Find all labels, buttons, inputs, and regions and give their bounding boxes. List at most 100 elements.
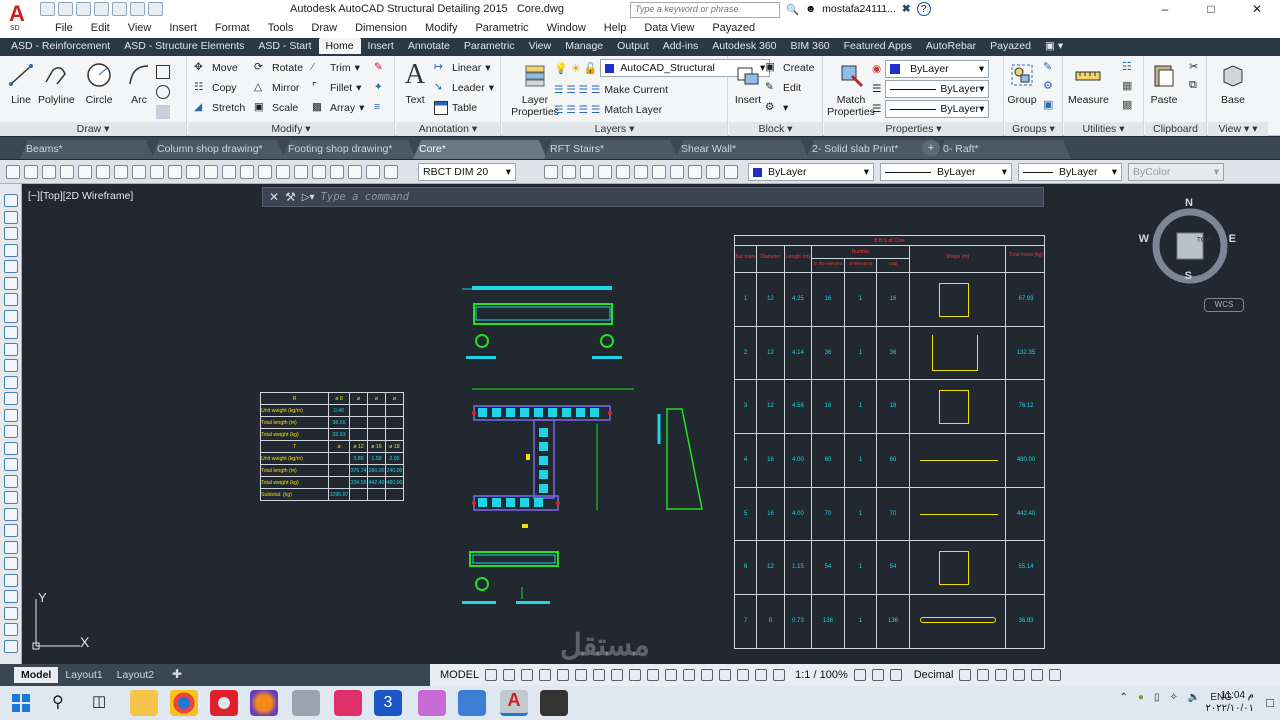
start-icon[interactable] [12,694,30,712]
3d-osnap-icon[interactable] [683,669,696,681]
app-icon-1[interactable] [334,690,362,716]
side-tool-icon[interactable] [4,326,18,339]
utilities-panel-title[interactable]: Utilities ▾ [1064,122,1143,136]
erase-icon[interactable]: ✎ [374,58,388,78]
toolbar-tool-icon[interactable] [670,165,684,179]
text-button[interactable]: A Text [400,59,430,106]
clock[interactable]: 11:04 م ٢٠٢٢/١٠/٠١ [1205,689,1254,715]
toolbar-tool-icon[interactable] [258,165,272,179]
menu-edit[interactable]: Edit [82,20,119,36]
infer-icon[interactable] [521,669,534,681]
toolbar-tool-icon[interactable] [78,165,92,179]
toolbar-tool-icon[interactable] [276,165,290,179]
quick-properties-icon[interactable] [959,669,972,681]
create-block-button[interactable]: ▣ Create [765,58,815,78]
ribbon-tab-payazed[interactable]: Payazed [983,38,1038,54]
menu-dimension[interactable]: Dimension [346,20,416,36]
search-icon[interactable]: 🔍 [786,3,799,16]
ribbon-tab-add-ins[interactable]: Add-ins [656,38,706,54]
side-tool-icon[interactable] [4,342,18,356]
toolbar-tool-icon[interactable] [366,165,380,179]
modify-panel-title[interactable]: Modify ▾ [188,122,394,136]
ungroup-icon[interactable]: ✎ [1043,60,1053,73]
toolbar-tool-icon[interactable] [598,165,612,179]
base-button[interactable]: Base [1218,60,1248,106]
menu-draw[interactable]: Draw [302,20,346,36]
toolbar-tool-icon[interactable] [24,165,38,179]
offset-icon[interactable]: ≡ [374,98,388,118]
toolbar-tool-icon[interactable] [706,165,720,179]
side-tool-icon[interactable] [4,524,18,537]
volume-icon[interactable]: 🔈 [1188,692,1200,703]
toolbar-tool-icon[interactable] [294,165,308,179]
side-tool-icon[interactable] [4,458,18,471]
side-tool-icon[interactable] [4,491,18,504]
app-icon-2[interactable]: 3 [374,690,402,716]
ribbon-tab-parametric[interactable]: Parametric [457,38,522,54]
side-tool-icon[interactable] [4,606,18,620]
wifi-icon[interactable]: ✧ [1169,692,1177,703]
toolbar-tool-icon[interactable] [634,165,648,179]
customization-icon[interactable] [1049,669,1062,681]
mirror-button[interactable]: △ Mirror [254,78,303,98]
menu-insert[interactable]: Insert [160,20,206,36]
toolbar-tool-icon[interactable] [222,165,236,179]
user-name[interactable]: mostafa24111... [822,3,896,15]
toolbar-tool-icon[interactable] [240,165,254,179]
document-tab[interactable]: Column shop drawing* [151,140,285,159]
properties-panel-title[interactable]: Properties ▾ [824,122,1003,136]
toolbar-tool-icon[interactable] [724,165,738,179]
insert-button[interactable]: Insert [733,60,763,106]
annotation-visibility-icon[interactable] [755,669,768,681]
circle-button[interactable]: Circle [84,60,114,106]
document-tab[interactable]: 2- Solid slab Print* [806,140,940,159]
match-layer-button[interactable]: ☰ ☰ ☰ ☰ Match Layer [554,100,668,120]
menu-file[interactable]: File [46,20,82,36]
annotation-panel-title[interactable]: Annotation ▾ [396,122,500,136]
measure-button[interactable]: Measure [1068,60,1109,106]
selection-filter-icon[interactable] [719,669,732,681]
menu-window[interactable]: Window [538,20,595,36]
ribbon-tab-output[interactable]: Output [610,38,656,54]
sun-icon[interactable]: ☀ [571,62,581,75]
side-tool-icon[interactable] [4,210,18,224]
paste-button[interactable]: Paste [1149,60,1179,106]
region-icon[interactable] [156,102,178,122]
hatch-icon[interactable] [156,82,178,102]
close-icon[interactable]: ✕ [1234,0,1280,20]
app-icon-4[interactable] [540,690,568,716]
document-tab[interactable]: Beams* [20,140,154,159]
add-layout-icon[interactable]: ✚ [172,667,182,681]
compass-n[interactable]: N [1185,197,1193,209]
side-tool-icon[interactable] [4,194,18,207]
lock-ui-icon[interactable] [977,669,990,681]
menu-tools[interactable]: Tools [259,20,303,36]
ribbon-tab-manage[interactable]: Manage [558,38,610,54]
move-button[interactable]: ✥ Move [194,58,245,78]
document-tab[interactable]: 0- Raft* [937,140,1071,159]
side-tool-icon[interactable] [4,276,18,290]
gizmo-icon[interactable] [737,669,750,681]
toolbar-tool-icon[interactable] [348,165,362,179]
ribbon-tab-asd-structure-elements[interactable]: ASD - Structure Elements [117,38,251,54]
menu-payazed[interactable]: Payazed [703,20,764,36]
document-tab[interactable]: Footing shop drawing* [282,140,416,159]
task-view-icon[interactable]: ◫ [92,692,106,710]
ribbon-tab-asd-start[interactable]: ASD - Start [251,38,318,54]
rotate-button[interactable]: ⟳ Rotate [254,58,303,78]
edit-block-button[interactable]: ✎ Edit [765,78,815,98]
explode-icon[interactable]: ✦ [374,78,388,98]
toolbar-tool-icon[interactable] [132,165,146,179]
toolbar-tool-icon[interactable] [96,165,110,179]
toolbar-tool-icon[interactable] [42,165,56,179]
side-tool-icon[interactable] [4,623,18,636]
ribbon-tab-annotate[interactable]: Annotate [401,38,457,54]
toolbar-tool-icon[interactable] [330,165,344,179]
group-edit-icon[interactable]: ⚙ [1043,79,1053,92]
itunes-icon[interactable] [418,690,446,716]
wcs-menu[interactable]: WCS [1204,298,1244,312]
dimstyle-dropdown[interactable]: RBCT DIM 20 ▾ [418,163,516,181]
side-tool-icon[interactable] [4,507,18,521]
side-tool-icon[interactable] [4,474,18,488]
undo-icon[interactable] [130,2,145,16]
